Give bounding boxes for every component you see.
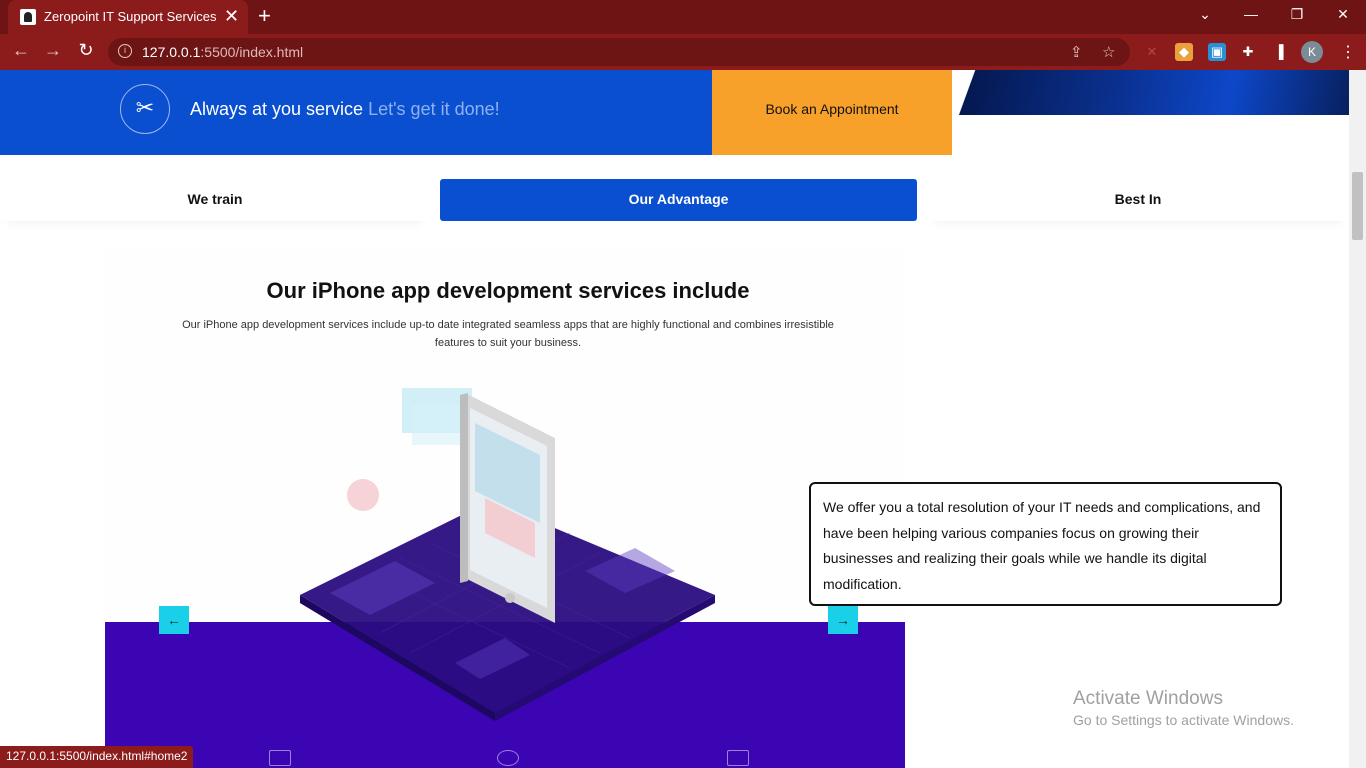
tab-we-train[interactable]: We train bbox=[0, 179, 430, 221]
device-icon bbox=[269, 750, 291, 766]
reload-icon[interactable]: ↻ bbox=[75, 40, 97, 61]
back-icon[interactable]: ← bbox=[10, 40, 32, 61]
network-icon bbox=[497, 750, 519, 766]
tools-icon: ✂ bbox=[120, 84, 170, 134]
tab-close-icon[interactable]: ✕ bbox=[224, 6, 239, 26]
book-appointment-button[interactable]: Book an Appointment bbox=[712, 70, 952, 155]
address-bar[interactable]: i 127.0.0.1:5500/index.html ⇪ ☆ bbox=[108, 38, 1130, 66]
section-description: Our iPhone app development services incl… bbox=[182, 319, 834, 349]
site-favicon-icon bbox=[20, 9, 36, 25]
status-bar-url: 127.0.0.1:5500/index.html#home2 bbox=[0, 746, 194, 768]
tab-our-advantage[interactable]: Our Advantage bbox=[440, 179, 917, 221]
share-icon[interactable]: ⇪ bbox=[1070, 43, 1083, 61]
browser-toolbar: ← → ↻ i 127.0.0.1:5500/index.html ⇪ ☆ ✕ … bbox=[0, 34, 1366, 70]
scroll-thumb[interactable] bbox=[1352, 172, 1363, 240]
menu-kebab-icon[interactable]: ⋮ bbox=[1340, 42, 1356, 62]
service-main-text: Always at you service bbox=[190, 99, 364, 119]
tab-title: Zeropoint IT Support Services bbox=[44, 9, 217, 24]
activate-title: Activate Windows bbox=[1073, 688, 1223, 709]
url-host: 127.0.0.1 bbox=[142, 44, 201, 60]
service-accent-text: Let's get it done! bbox=[368, 99, 500, 119]
browser-tab-strip: Zeropoint IT Support Services ✕ + ⌄ — ❐ … bbox=[0, 0, 1366, 34]
profile-avatar[interactable]: K bbox=[1301, 41, 1323, 63]
info-tooltip-box: We offer you a total resolution of your … bbox=[809, 482, 1282, 606]
url-path: :5500/index.html bbox=[200, 44, 304, 60]
service-tagline: Always at you service Let's get it done! bbox=[190, 99, 500, 120]
side-panel-icon[interactable]: ▐ bbox=[1270, 43, 1288, 61]
tab-bar: We train Our Advantage Best In bbox=[0, 179, 1349, 221]
activate-windows-watermark: Activate Windows Go to Settings to activ… bbox=[1073, 688, 1294, 728]
extensions-puzzle-icon[interactable]: ✚ bbox=[1239, 43, 1257, 61]
new-tab-button[interactable]: + bbox=[258, 4, 271, 28]
window-close-icon[interactable]: ✕ bbox=[1333, 6, 1353, 23]
tab-best-in[interactable]: Best In bbox=[927, 179, 1349, 221]
iphone-illustration bbox=[300, 388, 715, 721]
minimize-icon[interactable]: — bbox=[1241, 6, 1261, 22]
carousel-prev-button[interactable]: ← bbox=[159, 606, 189, 634]
url-text[interactable]: 127.0.0.1:5500/index.html bbox=[142, 44, 303, 60]
restore-icon[interactable]: ❐ bbox=[1287, 6, 1307, 23]
settings-doc-icon bbox=[727, 750, 749, 766]
extension-colorpicker-icon[interactable]: ◆ bbox=[1175, 43, 1193, 61]
page-viewport: ✂ Always at you service Let's get it don… bbox=[0, 70, 1349, 768]
section-title: Our iPhone app development services incl… bbox=[266, 278, 750, 303]
tab-search-icon[interactable]: ⌄ bbox=[1195, 6, 1215, 23]
hero-image bbox=[952, 70, 1349, 115]
page-scrollbar[interactable] bbox=[1349, 70, 1366, 768]
services-section: Our iPhone app development services incl… bbox=[105, 248, 905, 768]
bookmark-star-icon[interactable]: ☆ bbox=[1102, 43, 1115, 61]
site-info-icon[interactable]: i bbox=[118, 44, 132, 58]
extension-x-icon[interactable]: ✕ bbox=[1143, 43, 1161, 61]
forward-icon[interactable]: → bbox=[42, 40, 64, 61]
service-banner: ✂ Always at you service Let's get it don… bbox=[0, 70, 712, 155]
browser-tab[interactable]: Zeropoint IT Support Services ✕ bbox=[8, 0, 248, 34]
carousel-next-button[interactable]: → bbox=[828, 606, 858, 634]
activate-subtitle: Go to Settings to activate Windows. bbox=[1073, 712, 1294, 728]
extension-screenshot-icon[interactable]: ▣ bbox=[1208, 43, 1226, 61]
